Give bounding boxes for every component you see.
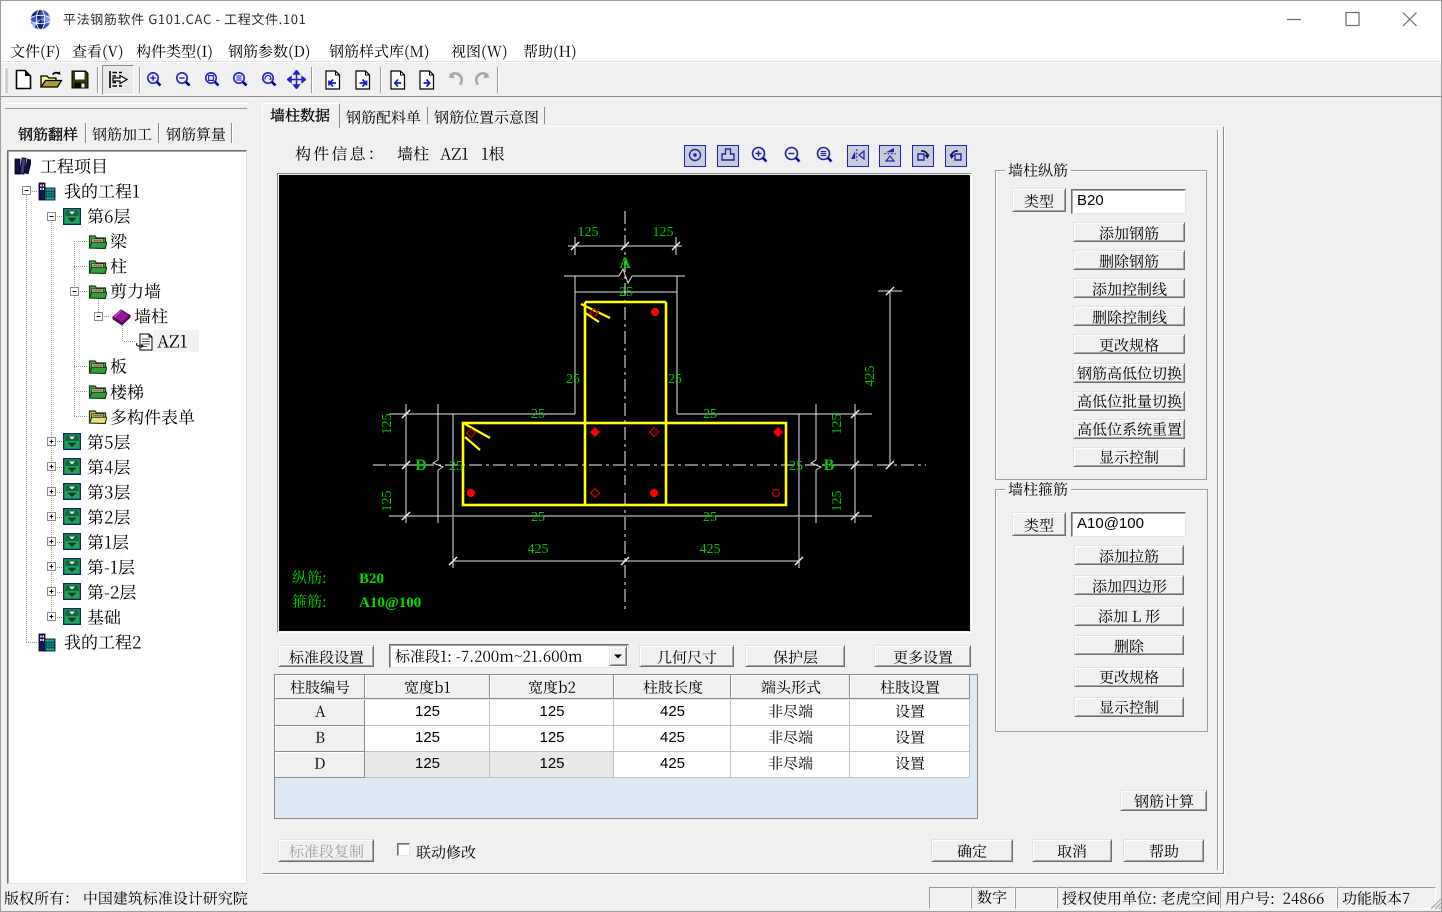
svg-text:B: B [824, 457, 835, 474]
svg-text:25: 25 [668, 372, 682, 387]
svg-text:125: 125 [830, 414, 845, 435]
svg-text:25: 25 [703, 510, 717, 525]
svg-text:A10@100: A10@100 [359, 595, 421, 611]
svg-text:125: 125 [578, 225, 599, 240]
svg-text:B20: B20 [359, 571, 384, 587]
svg-text:25: 25 [449, 459, 463, 474]
svg-text:25: 25 [619, 285, 633, 300]
svg-text:125: 125 [380, 491, 395, 512]
svg-text:125: 125 [830, 491, 845, 512]
svg-text:425: 425 [528, 542, 549, 557]
svg-text:D: D [415, 457, 427, 474]
svg-text:425: 425 [863, 366, 878, 387]
svg-text:25: 25 [531, 510, 545, 525]
svg-text:25: 25 [531, 407, 545, 422]
svg-text:125: 125 [380, 414, 395, 435]
svg-text:425: 425 [700, 542, 721, 557]
svg-text:25: 25 [566, 372, 580, 387]
svg-text:A: A [619, 255, 631, 272]
svg-text:25: 25 [703, 407, 717, 422]
svg-text:25: 25 [789, 459, 803, 474]
svg-text:125: 125 [653, 225, 674, 240]
